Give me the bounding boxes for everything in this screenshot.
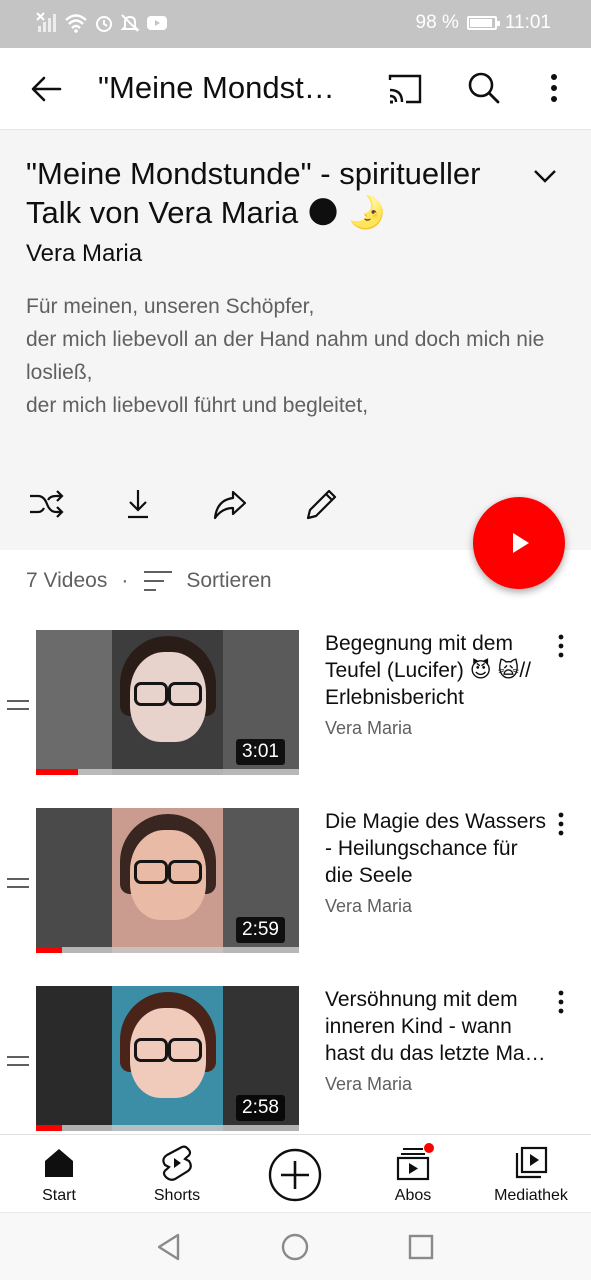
- thumbnail-center-panel: [112, 986, 223, 1131]
- playlist-title: "Meine Mondstunde" - spiritueller Talk v…: [26, 156, 481, 230]
- video-title[interactable]: Die Magie des Wassers - Heilungschance f…: [325, 808, 547, 889]
- home-icon: [45, 1149, 73, 1177]
- video-title[interactable]: Begegnung mit dem Teufel (Lucifer) 😈 🙀//…: [325, 630, 547, 711]
- download-icon[interactable]: [118, 484, 158, 524]
- video-thumbnail[interactable]: 2:59: [36, 808, 299, 953]
- video-item[interactable]: 2:58 Versöhnung mit dem inneren Kind - w…: [0, 986, 591, 1136]
- play-icon: [513, 533, 529, 553]
- drag-handle-icon[interactable]: [7, 1056, 29, 1066]
- more-vert-icon[interactable]: [550, 812, 572, 836]
- more-vert-icon[interactable]: [540, 72, 568, 104]
- watch-progress-fill: [36, 1125, 63, 1131]
- nav-item-start[interactable]: Start: [0, 1135, 118, 1213]
- nav-item-create[interactable]: [236, 1135, 354, 1213]
- thumbnail-left-panel: [36, 630, 112, 775]
- video-thumbnail[interactable]: 3:01: [36, 630, 299, 775]
- battery-percent: 98 %: [415, 12, 459, 33]
- video-count: 7 Videos: [26, 569, 108, 592]
- search-icon[interactable]: [466, 70, 502, 106]
- page-title: "Meine Mondstunde" - spiritueller Talk v…: [98, 70, 348, 105]
- status-right: 98 % 11:01: [416, 12, 551, 34]
- watch-progress-fill: [36, 769, 79, 775]
- signal-off-icon: [36, 12, 56, 32]
- back-triangle-icon[interactable]: [154, 1231, 186, 1263]
- more-vert-icon[interactable]: [550, 634, 572, 658]
- duration-badge: 2:58: [236, 1095, 285, 1121]
- watch-progress-bar: [36, 1125, 299, 1131]
- watch-progress-bar: [36, 769, 299, 775]
- description-line: Für meinen, unseren Schöpfer,: [26, 295, 315, 318]
- bottom-navigation: Start Shorts Abos Mediathek: [0, 1134, 591, 1212]
- drag-handle-icon[interactable]: [7, 700, 29, 710]
- separator-dot: ·: [121, 569, 129, 592]
- thumbnail-glasses: [134, 682, 202, 706]
- nav-label: Abos: [394, 1187, 432, 1204]
- cast-icon[interactable]: [386, 72, 424, 106]
- drag-handle-icon[interactable]: [7, 878, 29, 888]
- edit-icon[interactable]: [302, 484, 342, 524]
- thumbnail-glasses: [134, 860, 202, 884]
- create-plus-icon: [268, 1148, 322, 1202]
- back-arrow-icon[interactable]: [26, 70, 66, 110]
- playlist-description[interactable]: Für meinen, unseren Schöpfer, der mich l…: [26, 290, 566, 422]
- thumbnail-left-panel: [36, 986, 112, 1131]
- watch-progress-bar: [36, 947, 299, 953]
- nav-item-abos[interactable]: Abos: [354, 1135, 472, 1213]
- share-icon[interactable]: [210, 484, 250, 524]
- video-channel: Vera Maria: [325, 896, 413, 916]
- mute-icon: [120, 14, 140, 32]
- recents-square-icon[interactable]: [405, 1231, 437, 1263]
- nav-item-shorts[interactable]: Shorts: [118, 1135, 236, 1213]
- battery-icon: [466, 16, 500, 30]
- playlist-meta-row: 7 Videos · Sortieren: [26, 568, 272, 594]
- nav-label: Start: [42, 1187, 76, 1204]
- nav-item-mediathek[interactable]: Mediathek: [472, 1135, 590, 1213]
- system-navigation-bar: [0, 1212, 591, 1280]
- clock: 11:01: [504, 12, 551, 33]
- nav-label: Mediathek: [494, 1187, 568, 1204]
- shorts-icon: [162, 1145, 192, 1181]
- youtube-notification-icon: [147, 16, 167, 30]
- nav-label: Shorts: [153, 1187, 201, 1204]
- duration-badge: 2:59: [236, 917, 285, 943]
- home-circle-icon[interactable]: [279, 1231, 311, 1263]
- thumbnail-glasses: [134, 1038, 202, 1062]
- thumbnail-left-panel: [36, 808, 112, 953]
- wifi-icon: [65, 14, 87, 33]
- video-channel: Vera Maria: [325, 718, 413, 738]
- thumbnail-center-panel: [112, 808, 223, 953]
- notification-badge: [423, 1142, 435, 1154]
- playlist-header: "Meine Mondstunde" - spiritueller Talk v…: [0, 130, 591, 550]
- chevron-down-icon[interactable]: [532, 166, 558, 186]
- shuffle-icon[interactable]: [26, 484, 66, 524]
- playlist-actions: [26, 484, 342, 524]
- video-item[interactable]: 3:01 Begegnung mit dem Teufel (Lucifer) …: [0, 630, 591, 780]
- video-thumbnail[interactable]: 2:58: [36, 986, 299, 1131]
- status-icons: [36, 12, 168, 34]
- alarm-icon: [96, 16, 112, 32]
- play-all-button[interactable]: [473, 497, 565, 589]
- video-item[interactable]: 2:59 Die Magie des Wassers - Heilungscha…: [0, 808, 591, 958]
- thumbnail-center-panel: [112, 630, 223, 775]
- sort-button[interactable]: Sortieren: [186, 569, 271, 593]
- library-icon: [515, 1146, 548, 1179]
- sort-icon[interactable]: [142, 568, 174, 594]
- description-line: der mich liebevoll führt und begleitet,: [26, 394, 369, 417]
- status-bar: 98 % 11:01: [0, 0, 591, 48]
- app-bar: "Meine Mondstunde" - spiritueller Talk v…: [0, 48, 591, 130]
- playlist-owner[interactable]: Vera Maria: [26, 240, 142, 268]
- watch-progress-fill: [36, 947, 63, 953]
- video-title[interactable]: Versöhnung mit dem inneren Kind - wann h…: [325, 986, 547, 1067]
- duration-badge: 3:01: [236, 739, 285, 765]
- more-vert-icon[interactable]: [550, 990, 572, 1014]
- description-line: der mich liebevoll an der Hand nahm und …: [26, 328, 545, 384]
- video-channel: Vera Maria: [325, 1074, 413, 1094]
